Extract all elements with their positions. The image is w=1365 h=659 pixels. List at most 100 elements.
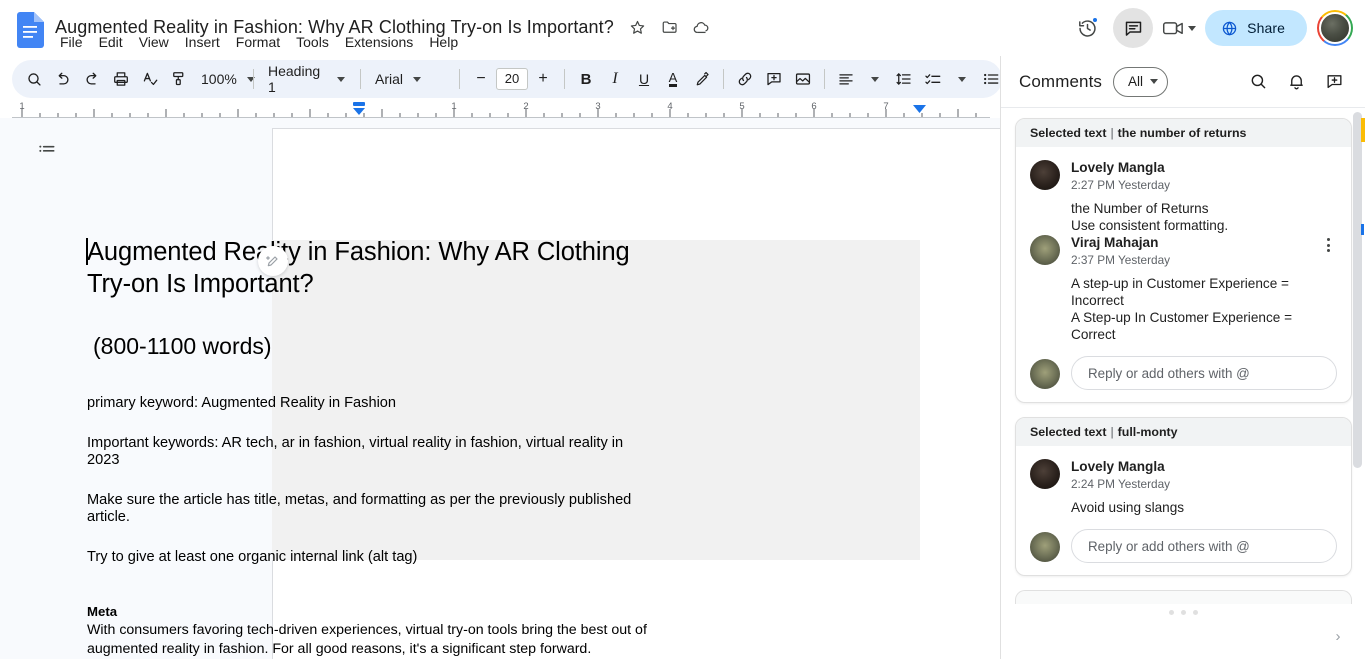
comment-thread-body: Lovely Mangla 2:27 PM Yesterday the Numb… [1016,147,1351,402]
menu-extensions[interactable]: Extensions [338,33,420,52]
menu-view[interactable]: View [132,33,176,52]
menu-edit[interactable]: Edit [92,33,130,52]
doc-word-count-line: (800-1100 words) [93,333,272,360]
editing-mode-pencil-icon[interactable] [258,246,288,276]
paragraph-style-value: Heading 1 [268,63,321,95]
comment-text: A step-up in Customer Experience = Incor… [1071,276,1293,342]
video-camera-icon[interactable] [1159,8,1199,48]
menu-tools[interactable]: Tools [289,33,336,52]
comment-timestamp: 2:37 PM Yesterday [1071,253,1171,267]
text-color-a: A [668,69,678,87]
checklist-dropdown-caret[interactable] [948,65,976,93]
svg-text:1: 1 [19,101,24,112]
print-icon[interactable] [107,65,135,93]
svg-text:3: 3 [595,101,600,112]
paint-format-icon[interactable] [165,65,193,93]
chevron-down-icon [871,76,879,82]
svg-text:7: 7 [883,101,888,112]
comments-list[interactable]: Selected text | the number of returns Love… [1001,108,1365,659]
comment-thread[interactable]: Selected text | the number of returns Love… [1015,118,1352,403]
comment-thread-partial[interactable] [1015,590,1352,604]
menu-format[interactable]: Format [229,33,287,52]
menu-help[interactable]: Help [422,33,465,52]
align-left-icon[interactable] [832,65,860,93]
add-comment-icon[interactable] [1316,64,1352,100]
comments-filter-dropdown[interactable]: All [1113,66,1169,97]
underline-button[interactable]: U [630,65,658,93]
increase-font-size-button[interactable]: + [529,65,557,93]
document-text[interactable]: Augmented Reality in Fashion: Why AR Clo… [86,236,647,659]
user-avatar[interactable] [1317,10,1353,46]
top-bar: Augmented Reality in Fashion: Why AR Clo… [0,0,1365,56]
doc-heading: Augmented Reality in Fashion: Why AR Clo… [87,238,630,299]
insert-link-icon[interactable] [731,65,759,93]
highlight-pen-icon[interactable] [688,65,716,93]
comment-thread[interactable]: Selected text | full-monty Lovely Mangla 2… [1015,417,1352,576]
comment-timestamp: 2:24 PM Yesterday [1071,477,1171,491]
comments-title: Comments [1019,71,1102,91]
avatar-lovely-mangla[interactable] [1030,459,1060,489]
decrease-font-size-button[interactable]: − [467,65,495,93]
toolbar-divider [723,69,724,89]
star-icon[interactable] [627,16,649,38]
avatar-image [1319,12,1351,44]
doc-paragraph-1: primary keyword: Augmented Reality in Fa… [87,395,397,412]
spellcheck-icon[interactable] [136,65,164,93]
chevron-down-icon[interactable] [1188,25,1197,31]
toolbar-divider [824,69,825,89]
font-family-dropdown[interactable]: Arial [368,65,452,93]
toolbar-divider [564,69,565,89]
reply-row: Reply or add others with @ [1030,529,1337,563]
doc-meta-text: With consumers favoring tech-driven expe… [87,622,647,657]
ruler[interactable]: 1 1 2 3 4 5 6 7 [12,100,990,118]
insert-image-icon[interactable] [789,65,817,93]
cloud-saved-icon[interactable] [691,16,713,38]
toolbar-divider [459,69,460,89]
italic-button[interactable]: I [601,65,629,93]
move-to-folder-icon[interactable] [659,16,681,38]
notification-bell-icon[interactable] [1278,64,1314,100]
comment-author: Lovely Mangla [1071,459,1165,474]
bulleted-list-icon[interactable] [977,65,1002,93]
text-color-button[interactable]: A [659,65,687,93]
redo-icon[interactable] [78,65,106,93]
selected-text-header: Selected text | full-monty [1016,418,1351,446]
comment-more-options-icon[interactable] [1317,234,1339,256]
reply-input[interactable]: Reply or add others with @ [1071,529,1337,563]
avatar-viraj-mahajan[interactable] [1030,235,1060,265]
menu-file[interactable]: File [53,33,90,52]
expand-chevron-icon[interactable]: › [1327,625,1349,647]
undo-icon[interactable] [49,65,77,93]
comment-marker-blue [1361,224,1364,235]
search-comments-icon[interactable] [1240,64,1276,100]
svg-text:4: 4 [667,101,672,112]
selected-text-fragment: the number of returns [1117,126,1247,140]
google-docs-logo[interactable] [16,12,44,48]
reply-row: Reply or add others with @ [1030,356,1337,390]
add-comment-icon[interactable] [760,65,788,93]
selected-text-separator: | [1110,126,1114,140]
document-outline-icon[interactable] [33,136,61,164]
open-comments-icon[interactable] [1113,8,1154,48]
svg-text:6: 6 [811,101,816,112]
version-history-icon[interactable] [1067,8,1107,48]
menu-insert[interactable]: Insert [178,33,227,52]
line-spacing-icon[interactable] [890,65,918,93]
share-button[interactable]: Share [1205,10,1307,46]
comments-scrollbar[interactable] [1353,112,1362,468]
doc-paragraph-4: Try to give at least one organic interna… [87,548,418,565]
bold-button[interactable]: B [572,65,600,93]
comment-text: the Number of Returns Use consistent for… [1071,201,1229,233]
zoom-dropdown[interactable]: 100% [194,65,255,93]
checklist-icon[interactable] [919,65,947,93]
paragraph-style-dropdown[interactable]: Heading 1 [261,63,353,95]
selected-text-label: Selected text [1030,126,1107,140]
search-icon[interactable] [20,65,48,93]
font-size-input[interactable]: 20 [496,68,528,90]
align-dropdown-caret[interactable] [861,65,889,93]
comment-text: Avoid using slangs [1071,500,1185,515]
top-right-actions: Share [1067,8,1353,48]
chevron-down-icon [1150,79,1159,84]
reply-input[interactable]: Reply or add others with @ [1071,356,1337,390]
avatar-lovely-mangla[interactable] [1030,160,1060,190]
